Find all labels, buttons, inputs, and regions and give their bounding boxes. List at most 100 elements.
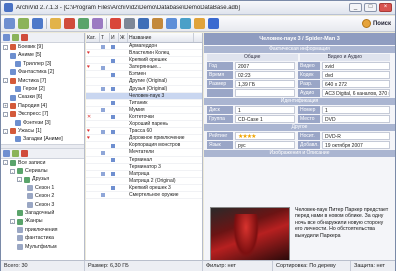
- remove-filter-icon[interactable]: [21, 149, 28, 157]
- tree-item[interactable]: - Ужасы [1]: [1, 127, 84, 135]
- filter-icon[interactable]: [3, 149, 10, 157]
- status-marker: [111, 44, 115, 49]
- tree-item[interactable]: - Друзья: [1, 175, 84, 183]
- row-flag: [119, 149, 128, 155]
- expand-toggle[interactable]: -: [10, 168, 15, 174]
- expand-toggle[interactable]: +: [3, 103, 8, 109]
- column-header[interactable]: T: [100, 33, 110, 42]
- open-icon[interactable]: [18, 18, 29, 29]
- row-flag: [119, 178, 128, 184]
- tree-item[interactable]: Сказки [6]: [1, 93, 84, 101]
- row-flag: [110, 185, 119, 191]
- add-filter-icon[interactable]: [12, 149, 19, 157]
- tree-item[interactable]: Фэнтези [3]: [1, 119, 84, 127]
- column-header[interactable]: Название: [128, 33, 194, 42]
- settings-icon[interactable]: [194, 18, 205, 29]
- table-row[interactable]: Титаник: [86, 100, 202, 107]
- table-row[interactable]: Армагеддон: [86, 43, 202, 51]
- category-icon: [10, 77, 16, 84]
- expand-toggle[interactable]: -: [3, 44, 8, 50]
- tree-item[interactable]: Сезон 1: [1, 184, 84, 192]
- table-row[interactable]: Мумия: [86, 107, 202, 114]
- table-row[interactable]: ♥ Дорожное приключение: [86, 135, 202, 143]
- table-row[interactable]: ♥ Трасса 60: [86, 128, 202, 136]
- expand-icon[interactable]: [3, 34, 10, 41]
- status-size: Размер: 6,30 ГБ: [85, 261, 203, 271]
- properties-icon[interactable]: [138, 18, 149, 29]
- table-row[interactable]: Бэтмен: [86, 71, 202, 79]
- table-row[interactable]: ♥ Затерянные...: [86, 64, 202, 72]
- table-row[interactable]: Матрица 2 (Original): [86, 178, 202, 185]
- maximize-button[interactable]: □: [364, 3, 377, 12]
- tree-item[interactable]: приключения: [1, 226, 84, 234]
- table-row[interactable]: Мечтатели: [86, 149, 202, 157]
- tree-item[interactable]: фантастика: [1, 234, 84, 242]
- expand-toggle[interactable]: -: [10, 219, 15, 225]
- delete-category-icon[interactable]: [21, 34, 28, 41]
- tree-item[interactable]: - Мистика [7]: [1, 77, 84, 85]
- table-row[interactable]: Смертельное оружие: [86, 192, 202, 200]
- table-row[interactable]: Терминал: [86, 157, 202, 164]
- status-marker: [101, 101, 105, 105]
- tree-item[interactable]: Триллер [3]: [1, 60, 84, 68]
- table-row[interactable]: ✕ Когтеточки: [86, 114, 202, 122]
- tree-item[interactable]: Сезон 2: [1, 192, 84, 200]
- row-title: Мечтатели: [129, 149, 154, 156]
- export-icon[interactable]: [152, 18, 163, 29]
- table-row[interactable]: Крепкий орешек: [86, 57, 202, 65]
- row-title: Бэтмен: [129, 71, 146, 78]
- expand-toggle[interactable]: -: [3, 111, 8, 117]
- table-row[interactable]: Крепкий орешек 3: [86, 185, 202, 192]
- table-row[interactable]: Другие (Original): [86, 78, 202, 86]
- save-icon[interactable]: [32, 18, 43, 29]
- tree-item[interactable]: - Экспресс [7]: [1, 110, 84, 118]
- category-icon: [10, 111, 16, 118]
- column-header[interactable]: Ж: [119, 33, 128, 42]
- search-button[interactable]: Поиск: [361, 18, 391, 29]
- expand-toggle[interactable]: -: [3, 78, 8, 84]
- tree-item[interactable]: + Пародия [4]: [1, 102, 84, 110]
- database-icon[interactable]: [4, 18, 15, 29]
- edit-icon[interactable]: [92, 18, 103, 29]
- table-row[interactable]: Человек-паук 3: [86, 92, 202, 100]
- add-category-icon[interactable]: [12, 34, 19, 41]
- delete-icon[interactable]: [64, 18, 75, 29]
- row-flag: [119, 57, 128, 63]
- table-row[interactable]: Матрица: [86, 171, 202, 178]
- row-flag: [110, 142, 119, 148]
- tree-item[interactable]: Загадочный: [1, 209, 84, 217]
- tree-item[interactable]: Аниме [5]: [1, 51, 84, 59]
- add-icon[interactable]: [78, 18, 89, 29]
- list-icon[interactable]: [124, 18, 135, 29]
- category-icon: [10, 44, 16, 51]
- tree-item[interactable]: - Жанры: [1, 217, 84, 225]
- column-header[interactable]: И: [110, 33, 119, 42]
- tree-item[interactable]: - Боевик [9]: [1, 43, 84, 51]
- print-icon[interactable]: [166, 18, 177, 29]
- expand-toggle[interactable]: -: [3, 160, 8, 166]
- table-row[interactable]: Хороший парень: [86, 121, 202, 129]
- expand-toggle[interactable]: -: [17, 177, 22, 183]
- table-row[interactable]: Терминатор 3: [86, 164, 202, 171]
- table-row[interactable]: ♥ Властелин Колец: [86, 50, 202, 58]
- help-icon[interactable]: [208, 18, 219, 29]
- expand-toggle[interactable]: -: [3, 128, 8, 134]
- tree-item[interactable]: - Все записи: [1, 159, 84, 167]
- tree-item[interactable]: - Сериалы: [1, 167, 84, 175]
- remove-icon[interactable]: [110, 18, 121, 29]
- tree-item[interactable]: Мультфильм: [1, 243, 84, 251]
- info-row: Рейтинг ★★★★ Носит. DVD-R: [207, 132, 392, 140]
- table-row[interactable]: Друзья (Original): [86, 86, 202, 93]
- close-button[interactable]: ×: [379, 3, 392, 12]
- tree-item[interactable]: Фантастика [2]: [1, 68, 84, 76]
- status-marker: [111, 151, 115, 155]
- web-icon[interactable]: [180, 18, 191, 29]
- table-row[interactable]: Корпорация монстров: [86, 142, 202, 150]
- folder-icon[interactable]: [50, 18, 61, 29]
- tree-item[interactable]: Герои [2]: [1, 85, 84, 93]
- tree-item[interactable]: Сезон 3: [1, 201, 84, 209]
- column-header[interactable]: Кат.: [86, 33, 100, 42]
- minimize-button[interactable]: _: [349, 3, 362, 12]
- tree-item[interactable]: Загадки [Аниме]: [1, 135, 84, 143]
- info-value: DVD: [322, 115, 390, 123]
